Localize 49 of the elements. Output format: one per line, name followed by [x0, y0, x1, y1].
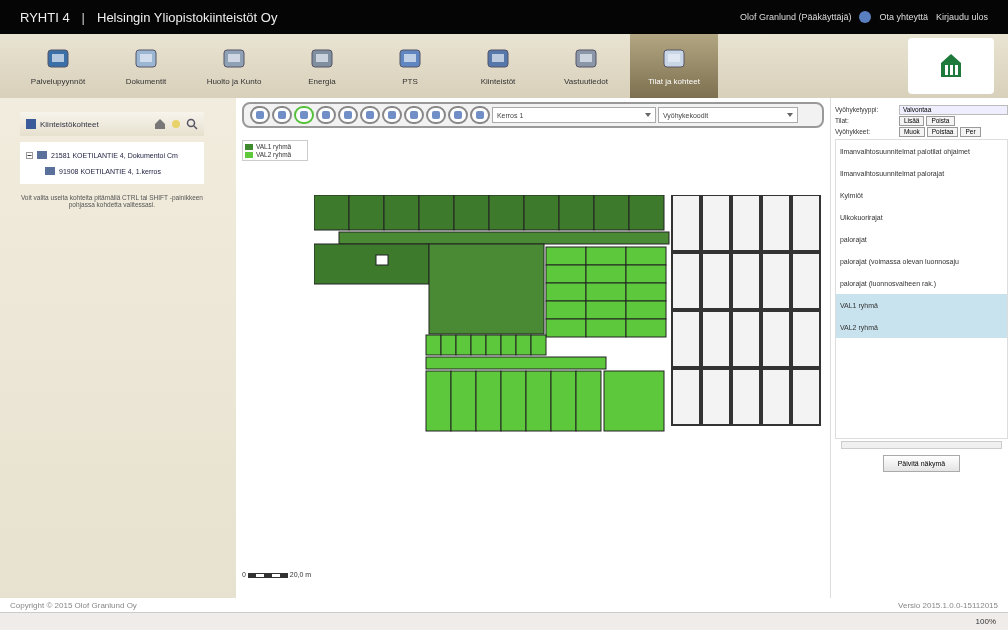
nav-item[interactable]: Tilat ja kohteet [630, 34, 718, 98]
separator: | [81, 9, 85, 25]
caret-icon [786, 113, 793, 117]
header-link[interactable]: Kirjaudu ulos [935, 12, 988, 22]
version-text: Versio 2015.1.0.0-15112015 [898, 600, 998, 610]
zoom-level[interactable]: 100% [975, 617, 996, 626]
nav-item[interactable]: Vastuutiedot [542, 34, 630, 98]
tool-icon [408, 110, 419, 120]
tool-button[interactable] [381, 106, 402, 124]
nav-item[interactable]: Energia [278, 34, 366, 98]
tool-icon [254, 110, 265, 120]
tool-button[interactable] [425, 106, 446, 124]
copyright: Copyright © 2015 Olof Granlund Oy [10, 600, 137, 610]
sidebar-title: Kiinteistökohteet [40, 119, 100, 129]
nav-item[interactable]: Huolto ja Kunto [190, 34, 278, 98]
tool-icon [430, 110, 441, 120]
user-name: Olof Granlund (Pääkäyttäjä) [739, 12, 852, 22]
tool-icon [364, 110, 375, 120]
nav-item[interactable]: PTS [366, 34, 454, 98]
nav-item[interactable]: Palvelupyynnöt [14, 34, 102, 98]
globe-icon [859, 11, 872, 23]
tool-icon [342, 110, 353, 120]
search-icon[interactable] [185, 118, 198, 130]
nav-item[interactable]: Dokumentit [102, 34, 190, 98]
tool-button[interactable] [271, 106, 292, 124]
scale-bar [247, 573, 288, 578]
tool-button[interactable] [359, 106, 380, 124]
home-icon[interactable] [153, 118, 166, 130]
tool-icon [298, 110, 309, 120]
tool-button[interactable] [447, 106, 468, 124]
tool-icon [452, 110, 463, 120]
tool-button[interactable] [315, 106, 336, 124]
tool-button[interactable] [293, 106, 314, 124]
nav-item[interactable]: Kiinteistöt [454, 34, 542, 98]
tool-icon [320, 110, 331, 120]
house-icon [940, 53, 962, 79]
collapse-icon[interactable] [26, 151, 33, 159]
scrollbar[interactable] [840, 441, 1002, 449]
tool-button[interactable] [469, 106, 490, 124]
caret-icon [644, 113, 651, 117]
app-name: RYHTI 4 [20, 9, 70, 25]
tool-icon [474, 110, 485, 120]
tool-icon [276, 110, 287, 120]
tool-button[interactable] [403, 106, 424, 124]
tool-button[interactable] [337, 106, 358, 124]
header-link[interactable]: Ota yhteyttä [879, 12, 928, 22]
tool-button[interactable] [249, 106, 270, 124]
company-name: Helsingin Yliopistokiinteistöt Oy [97, 9, 278, 25]
tool-icon [386, 110, 397, 120]
